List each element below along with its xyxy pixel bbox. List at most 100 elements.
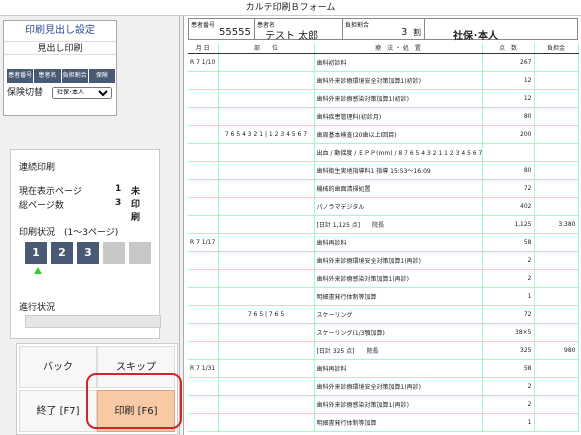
print-heading-settings: 印刷見出し設定 見出し印刷 患者番号 患者名 負担割合 保険 保険切替 社保･本…: [3, 20, 117, 116]
cell-part: [218, 359, 315, 378]
cell-fee: [534, 233, 579, 252]
cell-treat: 歯科疾患管理料(初診月): [314, 107, 483, 126]
cell-part: 7 6 5 | 7 6 5: [218, 305, 315, 324]
cell-date: R 7 1/17: [188, 233, 219, 252]
cell-points: 325: [482, 341, 535, 360]
cell-points: [482, 143, 535, 162]
cell-treat: 明細書発行体制等加算: [314, 287, 483, 306]
ratio-value: 3: [401, 27, 408, 38]
cell-date: [188, 143, 219, 162]
cell-fee: [534, 89, 579, 108]
cell-points: 58: [482, 359, 535, 378]
tab-insurance[interactable]: 保険: [88, 69, 115, 83]
cell-fee: [534, 413, 579, 432]
cell-part: [218, 287, 315, 306]
cell-treat: 歯科初診料: [314, 53, 483, 72]
cell-fee: [534, 287, 579, 306]
cell-fee: [534, 305, 579, 324]
page-1-button[interactable]: 1: [25, 242, 47, 264]
cell-part: [218, 413, 315, 432]
cell-fee: [534, 269, 579, 288]
table-row: 7 6 5 4 3 2 1 | 1 2 3 4 5 6 7 歯周基本検査(20歯以…: [188, 125, 579, 144]
insurance-type: 社保･本人: [453, 31, 498, 42]
cell-treat: 歯周基本検査(20歯以上Ⅰ回目): [314, 125, 483, 144]
current-page-row: 現在表示ページ 1 未印刷: [19, 184, 141, 223]
cell-date: [188, 125, 219, 144]
cell-part: [218, 53, 315, 72]
cell-points: 2: [482, 269, 535, 288]
table-row: 歯科外来診療環境安全対策加算1(初診) 12: [188, 71, 579, 90]
cell-treat: スケーリング: [314, 305, 483, 324]
cell-treat: スケーリング(1/3顎加算): [314, 323, 483, 342]
tab-ratio[interactable]: 負担割合: [61, 69, 88, 83]
cell-date: R 7 1/31: [188, 359, 219, 378]
cell-date: [188, 287, 219, 306]
cell-fee: 3,380: [534, 215, 579, 234]
insurance-select[interactable]: 社保･本人: [52, 87, 112, 99]
cell-treat: パノラマデジタル: [314, 197, 483, 216]
cell-points: 12: [482, 71, 535, 90]
cell-points: 38×5: [482, 323, 535, 342]
cell-part: [218, 377, 315, 396]
cell-treat: 明細書発行体制等加算: [314, 413, 483, 432]
cell-date: [188, 377, 219, 396]
tab-patient-no[interactable]: 患者番号: [7, 69, 34, 83]
cell-treat: 歯科衛生実地指導料1 指導 15:53〜16:09: [314, 161, 483, 180]
cell-part: [218, 215, 315, 234]
continuous-print-panel: 連続印刷 現在表示ページ 1 未印刷 総ページ数 3 印刷状況 (1〜3ページ) 1 …: [10, 149, 161, 339]
cell-treat: 歯科外来診療環境安全対策加算1(再診): [314, 251, 483, 270]
cell-points: 2: [482, 377, 535, 396]
patient-number: 55555: [219, 27, 251, 38]
cell-part: [218, 161, 315, 180]
cell-treat: 機械的歯面清掃処置: [314, 179, 483, 198]
table-row: 歯科外来診療感染対策加算1(初診) 12: [188, 89, 579, 108]
patient-header: 患者番号 55555 患者名 テスト 太郎 負担割合 3 割 社保･本人: [188, 18, 578, 42]
table-row: 歯科疾患管理料(初診月) 80: [188, 107, 579, 126]
cell-date: [188, 323, 219, 342]
tab-patient-name[interactable]: 患者名: [34, 69, 61, 83]
cell-date: [188, 71, 219, 90]
cell-fee: [534, 179, 579, 198]
insurance-label: 保険切替: [7, 88, 44, 98]
cell-fee: [534, 377, 579, 396]
treatment-table: 月 日 部 位 療 法 ・ 処 置 点 数 負担金 R 7 1/10 歯科初診料 2…: [188, 43, 579, 432]
table-row: R 7 1/10 歯科初診料 267: [188, 53, 579, 72]
cell-date: [188, 413, 219, 432]
cell-treat: 歯科外来診療感染対策加算1(再診): [314, 395, 483, 414]
table-row: R 7 1/17 歯科再診料 58: [188, 233, 579, 252]
cell-date: [188, 215, 219, 234]
cell-fee: [534, 71, 579, 90]
page-3-button[interactable]: 3: [77, 242, 99, 264]
cell-points: 1: [482, 413, 535, 432]
karte-preview: 患者番号 55555 患者名 テスト 太郎 負担割合 3 割 社保･本人 月 日 部 位…: [183, 16, 581, 435]
heading-tabs: 患者番号 患者名 負担割合 保険: [7, 69, 115, 83]
cell-part: [218, 143, 315, 162]
cell-fee: [534, 143, 579, 162]
cell-part: [218, 107, 315, 126]
table-row: 歯科衛生実地指導料1 指導 15:53〜16:09 80: [188, 161, 579, 180]
table-row: [日計 325 点] 院長 325 980: [188, 341, 579, 360]
cell-fee: [534, 197, 579, 216]
cell-points: 80: [482, 107, 535, 126]
cell-part: 7 6 5 4 3 2 1 | 1 2 3 4 5 6 7: [218, 125, 315, 144]
cell-part: [218, 269, 315, 288]
cell-fee: 980: [534, 341, 579, 360]
page-slot-empty: [129, 242, 151, 264]
cell-points: 200: [482, 125, 535, 144]
table-row: [日計 1,125 点] 院長 1,125 3,380: [188, 215, 579, 234]
cell-part: [218, 179, 315, 198]
cell-points: 58: [482, 233, 535, 252]
table-row: 歯科外来診療感染対策加算1(再診) 2: [188, 269, 579, 288]
table-row: 明細書発行体制等加算 1: [188, 413, 579, 432]
continuous-title: 連続印刷: [19, 163, 56, 173]
highlight-ring: [86, 373, 182, 429]
page-status-buttons: 1 2 3: [25, 242, 151, 264]
print-status-label: 印刷状況 (1〜3ページ): [19, 228, 119, 238]
cell-points: 1: [482, 287, 535, 306]
cell-treat: 歯科外来診療環境安全対策加算1(初診): [314, 71, 483, 90]
cell-points: 12: [482, 89, 535, 108]
heading-print-toggle[interactable]: 見出し印刷: [4, 41, 116, 55]
page-2-button[interactable]: 2: [51, 242, 73, 264]
table-row: 歯科外来診療感染対策加算1(再診) 2: [188, 395, 579, 414]
table-row: R 7 1/31 歯科再診料 58: [188, 359, 579, 378]
